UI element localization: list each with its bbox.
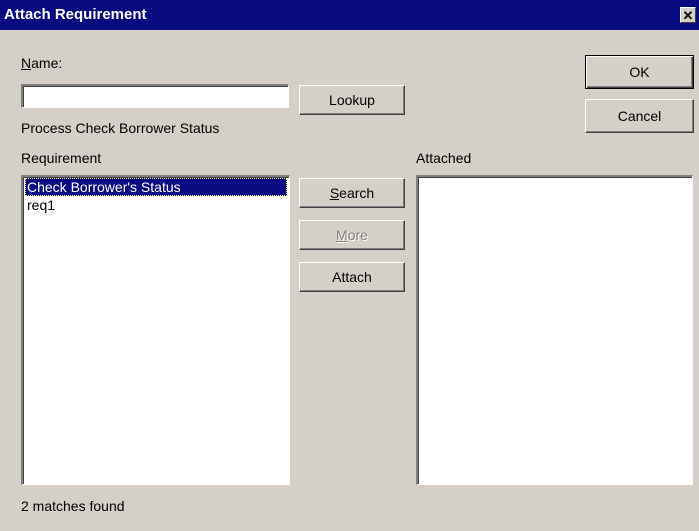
title-bar: Attach Requirement ✕ xyxy=(0,0,699,30)
cancel-button[interactable]: Cancel xyxy=(585,99,694,133)
more-button[interactable]: More xyxy=(299,220,405,250)
ok-button[interactable]: OK xyxy=(585,55,694,89)
search-button[interactable]: Search xyxy=(299,178,405,208)
requirement-list[interactable]: Check Borrower's Status req1 xyxy=(21,175,290,485)
name-field[interactable] xyxy=(21,84,289,108)
attach-button[interactable]: Attach xyxy=(299,262,405,292)
list-item[interactable]: req1 xyxy=(25,196,287,214)
name-label: Name: xyxy=(21,55,63,71)
list-item[interactable]: Check Borrower's Status xyxy=(25,178,287,196)
status-text: 2 matches found xyxy=(21,498,125,514)
requirement-label: Requirement xyxy=(21,150,102,166)
window-title: Attach Requirement xyxy=(4,6,147,23)
attached-list[interactable] xyxy=(416,175,693,485)
close-icon[interactable]: ✕ xyxy=(680,7,696,23)
attached-label: Attached xyxy=(416,150,472,166)
process-text: Process Check Borrower Status xyxy=(21,120,220,136)
lookup-button[interactable]: Lookup xyxy=(299,85,405,115)
